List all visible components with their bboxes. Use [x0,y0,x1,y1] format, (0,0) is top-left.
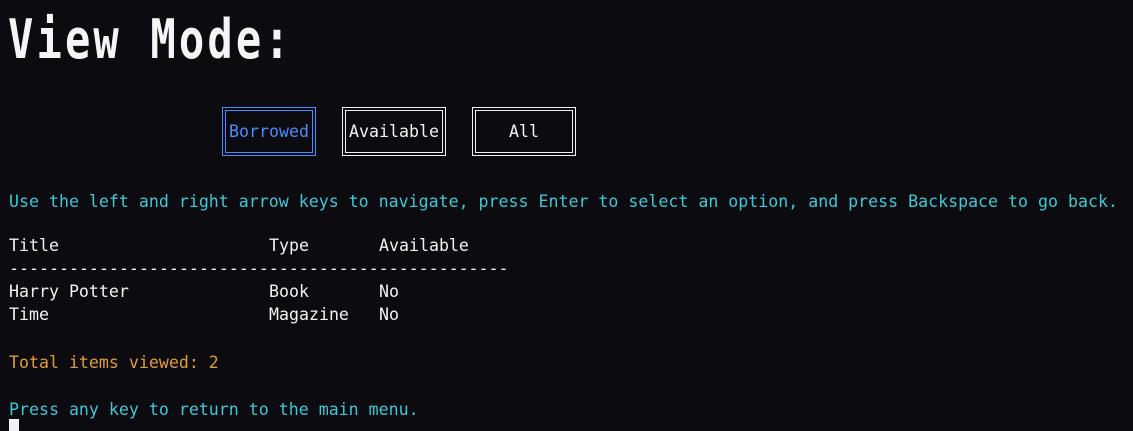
row-title: Harry Potter [9,282,129,301]
column-header-type: Type [269,236,309,255]
all-button[interactable]: All [472,107,576,156]
column-header-available: Available [379,236,469,255]
table-separator: ----------------------------------------… [9,259,509,278]
total-items-text: Total items viewed: 2 [9,353,219,372]
row-type: Magazine [269,305,349,324]
column-header-title: Title [9,236,59,255]
borrowed-button[interactable]: Borrowed [222,107,316,156]
instructions-text: Use the left and right arrow keys to nav… [9,192,1118,211]
row-type: Book [269,282,309,301]
row-available: No [379,305,399,324]
row-available: No [379,282,399,301]
available-button[interactable]: Available [342,107,446,156]
row-title: Time [9,305,49,324]
return-prompt-text: Press any key to return to the main menu… [9,400,419,419]
page-title: View Mode: [8,8,293,71]
terminal-cursor [9,419,19,431]
